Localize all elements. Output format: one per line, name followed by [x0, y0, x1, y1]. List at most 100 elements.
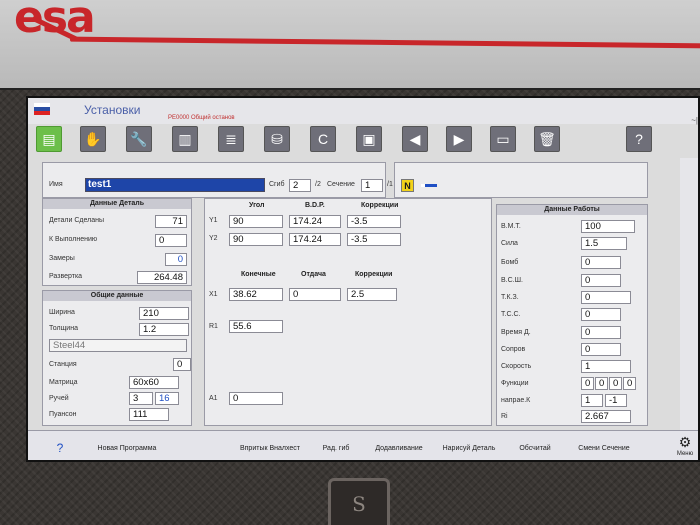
force-field[interactable]: 1.5 [581, 237, 627, 250]
radius-bend-button[interactable]: Рад. гиб [306, 431, 366, 460]
support-field[interactable]: 0 [581, 343, 621, 356]
work-data-panel: Данные Работы В.М.Т. 100 Сила 1.5 Бомб 0… [496, 204, 648, 426]
tdc-field[interactable]: 100 [581, 220, 635, 233]
part-data-title: Данные Деталь [43, 199, 191, 209]
tkz-field[interactable]: 0 [581, 291, 631, 304]
y1-correction-field[interactable]: -3.5 [347, 215, 401, 228]
vssh-label: В.С.Ш. [501, 277, 523, 284]
function-field-2[interactable]: 0 [595, 377, 608, 390]
matrix-field[interactable]: 60x60 [129, 376, 179, 389]
machine-top-panel: esa [0, 0, 700, 90]
y2-bdp-field[interactable]: 174.24 [289, 233, 341, 246]
correction2-column-header: Коррекции [355, 271, 393, 278]
change-section-button[interactable]: Смени Сечение [568, 431, 640, 460]
thickness-label: Толщина [49, 325, 78, 332]
station-field[interactable]: 0 [173, 358, 191, 371]
new-program-button[interactable]: Новая Программа [92, 431, 162, 460]
y1-bdp-field[interactable]: 174.24 [289, 215, 341, 228]
section-label: Сечение [327, 181, 355, 188]
thickness-field[interactable]: 1.2 [139, 323, 189, 336]
part-data-panel: Данные Деталь Детали Сделаны 71 К Выполн… [42, 198, 192, 286]
direction-field-2[interactable]: -1 [605, 394, 627, 407]
hand-icon[interactable]: ✋ [80, 126, 106, 152]
r1-field[interactable]: 55.6 [229, 320, 283, 333]
unfold-field[interactable]: 264.48 [137, 271, 187, 284]
work-data-title: Данные Работы [497, 205, 647, 215]
parts-done-field[interactable]: 71 [155, 215, 187, 228]
speed-field[interactable]: 1 [581, 360, 631, 373]
bend-field[interactable]: 2 [289, 179, 311, 192]
a1-label: A1 [209, 395, 218, 402]
arrow-left-icon[interactable]: ◀ [402, 126, 428, 152]
measurements-label: Замеры [49, 255, 75, 262]
title-bar: Установки PE0000 Общий останов ~| [28, 98, 698, 125]
function-bar: ? Новая Программа Впритык Вналхест Рад. … [28, 430, 698, 460]
right-strip [680, 158, 698, 430]
tss-field[interactable]: 0 [581, 308, 621, 321]
document-icon[interactable]: ▤ [36, 126, 62, 152]
angle-column-header: Угол [249, 202, 265, 209]
mode-badge[interactable]: N [401, 179, 414, 192]
vssh-field[interactable]: 0 [581, 274, 621, 287]
close-nest-button[interactable]: Впритык Вналхест [234, 431, 306, 460]
c-icon[interactable]: C [310, 126, 336, 152]
crowning-field[interactable]: 0 [581, 256, 621, 269]
function-field-1[interactable]: 0 [581, 377, 594, 390]
arrow-right-icon[interactable]: ▶ [446, 126, 472, 152]
x1-correction-field[interactable]: 2.5 [347, 288, 397, 301]
bend-total: /2 [315, 181, 321, 188]
y2-correction-field[interactable]: -3.5 [347, 233, 401, 246]
name-label: Имя [49, 181, 63, 188]
x1-rebound-field[interactable]: 0 [289, 288, 341, 301]
russian-flag-icon[interactable] [34, 103, 50, 115]
help-icon[interactable]: ? [626, 126, 652, 152]
y1-angle-field[interactable]: 90 [229, 215, 283, 228]
bdp-column-header: B.D.P. [305, 202, 325, 209]
time-d-field[interactable]: 0 [581, 326, 621, 339]
database-icon[interactable]: ⛁ [264, 126, 290, 152]
general-data-title: Общие данные [43, 291, 191, 301]
power-knob[interactable]: S 640 [328, 478, 390, 525]
y2-angle-field[interactable]: 90 [229, 233, 283, 246]
y1-label: Y1 [209, 217, 218, 224]
help-button[interactable]: ? [28, 431, 92, 460]
punch-field[interactable]: 111 [129, 408, 169, 421]
hmi-screen: Установки PE0000 Общий останов ~| ▤ ✋ 🔧 … [26, 96, 700, 462]
final-column-header: Конечные [241, 271, 276, 278]
groove-field-b[interactable]: 16 [155, 392, 179, 405]
width-field[interactable]: 210 [139, 307, 189, 320]
parts-done-label: Детали Сделаны [49, 217, 105, 224]
x1-final-field[interactable]: 38.62 [229, 288, 283, 301]
section-field[interactable]: 1 [361, 179, 383, 192]
material-field[interactable]: Steel44 [49, 339, 187, 352]
calculate-button[interactable]: Обсчитай [508, 431, 562, 460]
layers-icon[interactable]: ≣ [218, 126, 244, 152]
r1-label: R1 [209, 323, 218, 330]
ri-field[interactable]: 2.667 [581, 410, 631, 423]
general-data-panel: Общие данные Ширина 210 Толщина 1.2 Stee… [42, 290, 192, 426]
rebound-column-header: Отдача [301, 271, 326, 278]
wrench-icon[interactable]: 🔧 [126, 126, 152, 152]
groove-field-a[interactable]: 3 [129, 392, 153, 405]
press-button[interactable]: Додавливание [368, 431, 430, 460]
program-header-panel: Имя test1 Сгиб 2 /2 Сечение 1 /1 [42, 162, 393, 198]
menu-button[interactable]: ⚙ Меню [672, 433, 698, 460]
punch-label: Пуансон [49, 411, 77, 418]
direction-field-1[interactable]: 1 [581, 394, 603, 407]
width-label: Ширина [49, 309, 75, 316]
trash-icon[interactable]: 🗑 [534, 126, 560, 152]
card-icon[interactable]: ▭ [490, 126, 516, 152]
program-name-field[interactable]: test1 [85, 178, 265, 192]
function-field-3[interactable]: 0 [609, 377, 622, 390]
measurements-field[interactable]: 0 [165, 253, 187, 266]
force-label: Сила [501, 240, 518, 247]
tdc-label: В.М.Т. [501, 223, 521, 230]
unfold-label: Развертка [49, 273, 83, 280]
save-icon[interactable]: ▣ [356, 126, 382, 152]
draw-part-button[interactable]: Нарисуй Деталь [432, 431, 506, 460]
red-trim-line [69, 36, 700, 49]
to-do-field[interactable]: 0 [155, 234, 187, 247]
function-field-4[interactable]: 0 [623, 377, 636, 390]
factory-icon[interactable]: ▥ [172, 126, 198, 152]
a1-field[interactable]: 0 [229, 392, 283, 405]
